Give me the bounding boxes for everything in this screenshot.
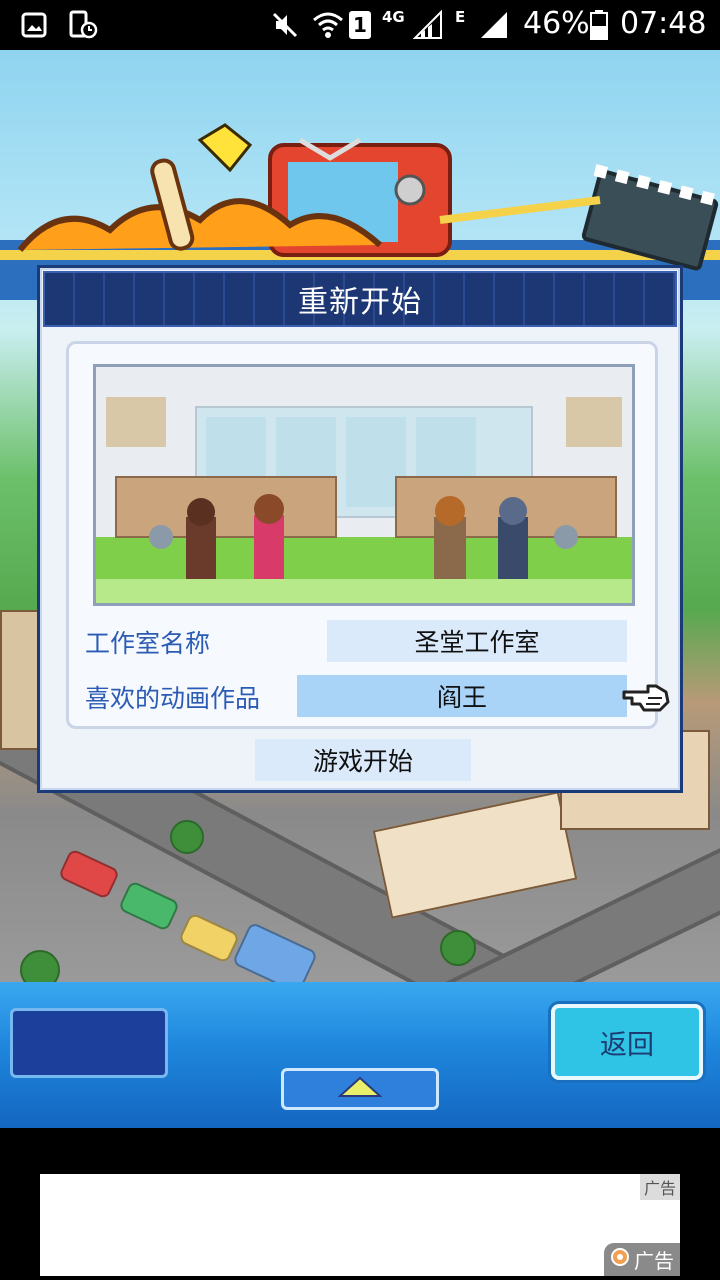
- city-car: [57, 848, 121, 900]
- back-button[interactable]: 返回: [551, 1004, 703, 1080]
- city-tree: [170, 820, 204, 854]
- start-game-button[interactable]: 游戏开始: [255, 739, 471, 781]
- restart-dialog: 重新开始 工作室名称 圣堂工作室 喜欢的动画作品 阎王 游戏开始: [37, 265, 683, 793]
- dialog-header: 重新开始: [43, 271, 677, 327]
- wifi-icon: [312, 10, 344, 40]
- favorite-anime-label: 喜欢的动画作品: [85, 684, 261, 713]
- image-icon: [20, 10, 48, 40]
- battery-percent: 46%: [523, 6, 590, 41]
- ad-logo-icon: [610, 1247, 630, 1272]
- network-e-label: E: [455, 8, 466, 26]
- studio-preview-image: [93, 364, 635, 606]
- city-tree: [20, 950, 60, 982]
- city-car: [117, 880, 181, 932]
- settings-panel: 工作室名称 圣堂工作室 喜欢的动画作品 阎王: [66, 341, 670, 729]
- city-car: [177, 912, 241, 964]
- triangle-up-icon: [337, 1076, 383, 1102]
- status-bar: 1 4G E 46% 07:48: [0, 0, 720, 50]
- ad-mark-label: 广告: [634, 1249, 674, 1273]
- studio-name-label: 工作室名称: [85, 629, 211, 658]
- ad-tag: 广告: [639, 1174, 680, 1200]
- network-4g-label: 4G: [382, 8, 405, 26]
- battery-icon: [590, 10, 608, 40]
- city-car: [231, 921, 319, 982]
- bottom-panel: 返回: [0, 982, 720, 1128]
- expand-up-button[interactable]: [281, 1068, 439, 1110]
- city-tree: [440, 930, 476, 966]
- studio-name-field[interactable]: 圣堂工作室: [327, 620, 627, 662]
- phone-timer-icon: [68, 10, 98, 40]
- sim-icon: 1: [348, 10, 372, 40]
- mute-icon: [270, 10, 300, 40]
- dialog-title: 重新开始: [298, 285, 422, 320]
- info-box: [10, 1008, 168, 1078]
- city-building: [372, 791, 578, 919]
- city-building: [0, 610, 40, 750]
- signal-icon: [412, 10, 444, 40]
- pointing-hand-icon: [622, 678, 670, 714]
- favorite-anime-field[interactable]: 阎王: [297, 675, 627, 717]
- signal-icon-2: [478, 10, 510, 40]
- clock: 07:48: [620, 6, 707, 41]
- ad-mark: 广告: [604, 1243, 680, 1276]
- ad-banner[interactable]: 广告 广告: [40, 1174, 680, 1276]
